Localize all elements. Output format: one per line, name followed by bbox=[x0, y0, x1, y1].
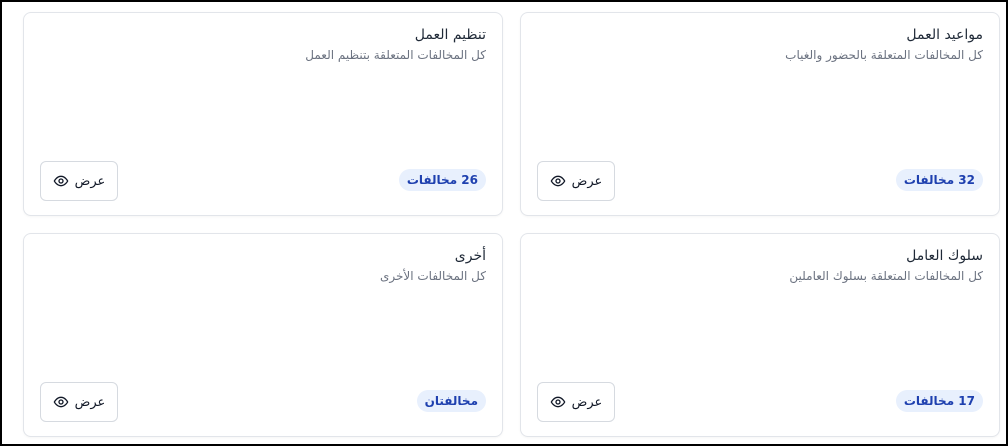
card-title: مواعيد العمل bbox=[906, 27, 983, 43]
card-description: كل المخالفات المتعلقة بالحضور والغياب bbox=[785, 48, 983, 62]
violation-count-badge: مخالفتان bbox=[416, 390, 486, 412]
violation-category-card: سلوك العامل كل المخالفات المتعلقة بسلوك … bbox=[520, 233, 1000, 437]
eye-icon bbox=[550, 173, 566, 189]
violation-category-card: أخرى كل المخالفات الأخرى مخالفتان عرض bbox=[23, 233, 503, 437]
card-title: تنظيم العمل bbox=[414, 27, 486, 43]
eye-icon bbox=[550, 394, 566, 410]
violation-count-badge: 17 مخالفات bbox=[895, 390, 983, 412]
violation-category-card: تنظيم العمل كل المخالفات المتعلقة بتنظيم… bbox=[23, 12, 503, 216]
view-button[interactable]: عرض bbox=[40, 382, 118, 422]
card-description: كل المخالفات المتعلقة بتنظيم العمل bbox=[305, 48, 486, 62]
eye-icon bbox=[53, 173, 69, 189]
view-button-label: عرض bbox=[74, 394, 106, 410]
violation-count-badge: 26 مخالفات bbox=[398, 169, 486, 191]
view-button[interactable]: عرض bbox=[40, 161, 118, 201]
card-description: كل المخالفات المتعلقة بسلوك العاملين bbox=[789, 269, 983, 283]
card-title: أخرى bbox=[454, 248, 486, 264]
view-button-label: عرض bbox=[571, 173, 603, 189]
violation-count-badge: 32 مخالفات bbox=[895, 169, 983, 191]
view-button[interactable]: عرض bbox=[537, 161, 615, 201]
view-button-label: عرض bbox=[571, 394, 603, 410]
violation-category-card: مواعيد العمل كل المخالفات المتعلقة بالحض… bbox=[520, 12, 1000, 216]
view-button[interactable]: عرض bbox=[537, 382, 615, 422]
card-description: كل المخالفات الأخرى bbox=[379, 269, 486, 283]
card-title: سلوك العامل bbox=[906, 248, 983, 264]
view-button-label: عرض bbox=[74, 173, 106, 189]
eye-icon bbox=[53, 394, 69, 410]
